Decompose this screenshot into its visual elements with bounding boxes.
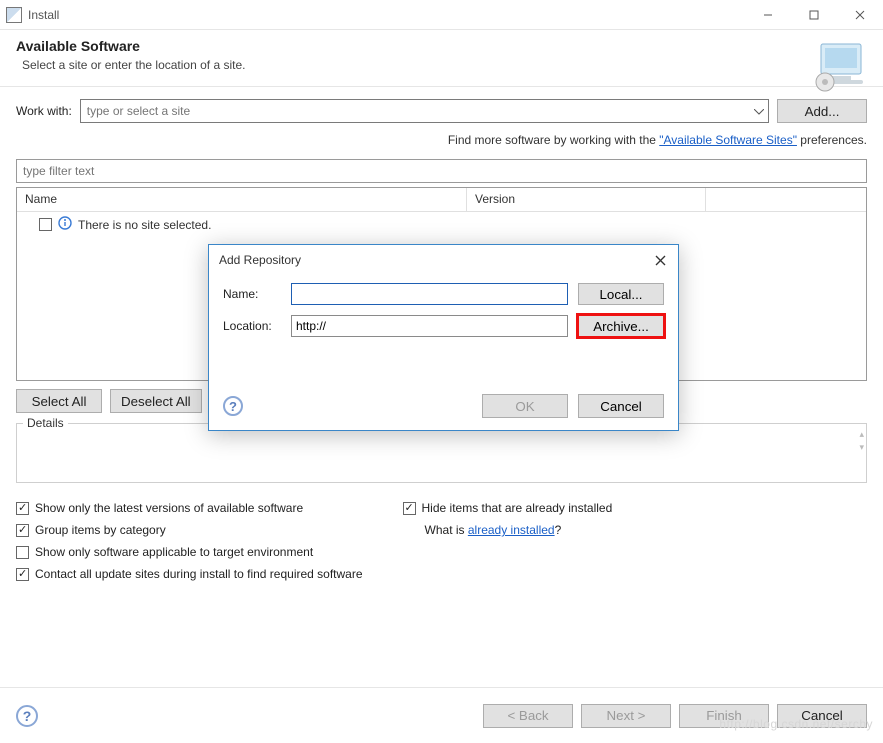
table-row[interactable]: There is no site selected. bbox=[39, 216, 858, 233]
select-all-button[interactable]: Select All bbox=[16, 389, 102, 413]
col-name[interactable]: Name bbox=[17, 188, 467, 211]
bottom-bar: ? < Back Next > Finish Cancel bbox=[0, 687, 883, 743]
install-icon bbox=[811, 38, 867, 94]
dialog-close-button[interactable] bbox=[648, 249, 672, 271]
opt-hide-installed[interactable]: Hide items that are already installed bbox=[403, 501, 613, 515]
workwith-row: Work with: Add... bbox=[16, 99, 867, 123]
scroll-down-icon[interactable]: ▾ bbox=[859, 443, 864, 452]
help-icon[interactable]: ? bbox=[16, 705, 38, 727]
page-title: Available Software bbox=[16, 38, 867, 54]
col-spacer bbox=[706, 188, 866, 211]
checkbox[interactable] bbox=[403, 502, 416, 515]
dialog-help-icon[interactable]: ? bbox=[223, 396, 243, 416]
window-title: Install bbox=[28, 8, 745, 22]
sites-hint: Find more software by working with the "… bbox=[16, 133, 867, 147]
workwith-input[interactable] bbox=[85, 103, 746, 119]
filter-input[interactable] bbox=[16, 159, 867, 183]
already-installed-link[interactable]: already installed bbox=[468, 523, 555, 537]
cancel-button[interactable]: Cancel bbox=[777, 704, 867, 728]
close-button[interactable] bbox=[837, 0, 883, 30]
row-label: There is no site selected. bbox=[78, 218, 211, 232]
checkbox[interactable] bbox=[16, 524, 29, 537]
checkbox[interactable] bbox=[16, 568, 29, 581]
location-field[interactable] bbox=[291, 315, 568, 337]
name-row: Name: Local... bbox=[223, 283, 664, 305]
wizard-header: Available Software Select a site or ente… bbox=[0, 30, 883, 87]
dialog-footer: ? OK Cancel bbox=[223, 394, 664, 418]
col-version[interactable]: Version bbox=[467, 188, 706, 211]
scroll-up-icon[interactable]: ▴ bbox=[859, 430, 864, 439]
details-group: Details ▴▾ bbox=[16, 423, 867, 483]
options: Show only the latest versions of availab… bbox=[16, 501, 867, 581]
page-subtitle: Select a site or enter the location of a… bbox=[22, 58, 867, 72]
location-label: Location: bbox=[223, 319, 281, 333]
add-button[interactable]: Add... bbox=[777, 99, 867, 123]
opt-latest[interactable]: Show only the latest versions of availab… bbox=[16, 501, 363, 515]
details-scroll[interactable]: ▴▾ bbox=[859, 430, 864, 452]
maximize-button[interactable] bbox=[791, 0, 837, 30]
deselect-all-button[interactable]: Deselect All bbox=[110, 389, 202, 413]
opt-contact[interactable]: Contact all update sites during install … bbox=[16, 567, 363, 581]
local-button[interactable]: Local... bbox=[578, 283, 664, 305]
back-button[interactable]: < Back bbox=[483, 704, 573, 728]
checkbox[interactable] bbox=[16, 502, 29, 515]
location-row: Location: Archive... bbox=[223, 315, 664, 337]
available-software-sites-link[interactable]: "Available Software Sites" bbox=[659, 133, 797, 147]
name-field[interactable] bbox=[291, 283, 568, 305]
name-label: Name: bbox=[223, 287, 281, 301]
finish-button[interactable]: Finish bbox=[679, 704, 769, 728]
row-checkbox[interactable] bbox=[39, 218, 52, 231]
checkbox[interactable] bbox=[16, 546, 29, 559]
add-repository-dialog: Add Repository Name: Local... Location: … bbox=[208, 244, 679, 431]
archive-button[interactable]: Archive... bbox=[578, 315, 664, 337]
dialog-cancel-button[interactable]: Cancel bbox=[578, 394, 664, 418]
dialog-title: Add Repository bbox=[219, 253, 301, 267]
whatis-text: What is already installed? bbox=[425, 523, 613, 537]
dialog-titlebar: Add Repository bbox=[209, 245, 678, 275]
opt-target[interactable]: Show only software applicable to target … bbox=[16, 545, 363, 559]
window-titlebar: Install bbox=[0, 0, 883, 30]
details-label: Details bbox=[23, 416, 68, 430]
app-icon bbox=[6, 7, 22, 23]
opt-group[interactable]: Group items by category bbox=[16, 523, 363, 537]
minimize-button[interactable] bbox=[745, 0, 791, 30]
workwith-label: Work with: bbox=[16, 104, 72, 118]
chevron-down-icon[interactable] bbox=[754, 104, 764, 118]
info-icon bbox=[58, 216, 72, 233]
next-button[interactable]: Next > bbox=[581, 704, 671, 728]
table-header: Name Version bbox=[17, 188, 866, 212]
dialog-ok-button[interactable]: OK bbox=[482, 394, 568, 418]
workwith-combo[interactable] bbox=[80, 99, 769, 123]
